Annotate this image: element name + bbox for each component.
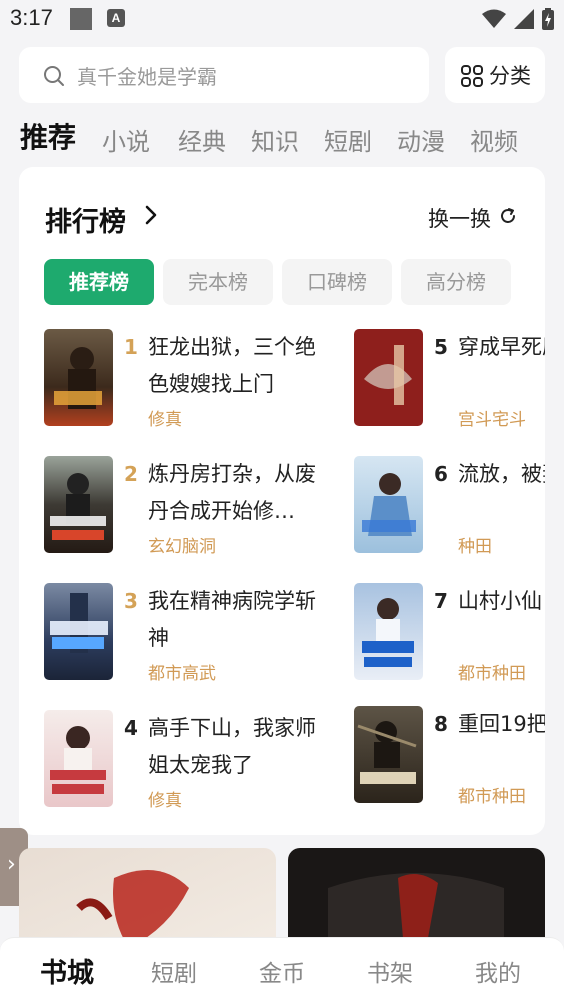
book-rank: 8 — [434, 712, 448, 736]
book-item[interactable]: 2 炼丹房打杂，从废丹合成开始修… 玄幻脑洞 — [44, 456, 344, 558]
book-cover — [44, 710, 113, 807]
book-cover — [354, 456, 423, 553]
book-cover — [354, 329, 423, 426]
book-rank: 4 — [124, 716, 138, 740]
book-tag: 修真 — [148, 791, 182, 811]
status-icons — [482, 8, 554, 30]
chevron-right-icon[interactable] — [145, 205, 157, 225]
book-rank: 7 — [434, 589, 448, 613]
book-item[interactable]: 6 流放，被妻救了回 种田 — [354, 456, 545, 558]
bottom-nav: 书城 短剧 金币 书架 我的 — [0, 937, 564, 1002]
book-cover — [44, 583, 113, 680]
book-tag: 都市种田 — [458, 664, 526, 684]
book-item[interactable]: 8 重回19把猎枪来 都市种田 — [354, 706, 545, 808]
tab-classic[interactable]: 经典 — [178, 122, 226, 157]
subtab-completed[interactable]: 完本榜 — [163, 259, 273, 305]
book-cover — [354, 706, 423, 803]
ranking-title[interactable]: 排行榜 — [45, 200, 126, 239]
book-item[interactable]: 3 我在精神病院学斩神 都市高武 — [44, 583, 344, 685]
book-item[interactable]: 5 穿成早死原配，我 宫斗宅斗 — [354, 329, 545, 431]
tab-knowledge[interactable]: 知识 — [251, 122, 299, 157]
book-title: 我在精神病院学斩神 — [148, 589, 316, 650]
grid-icon — [461, 65, 483, 87]
book-tag: 修真 — [148, 410, 182, 430]
category-button[interactable]: 分类 — [445, 47, 545, 103]
tab-short-drama[interactable]: 短剧 — [324, 122, 372, 157]
tab-anime[interactable]: 动漫 — [397, 122, 445, 157]
book-rank: 5 — [434, 335, 448, 359]
book-title: 流放，被妻救了回 — [458, 462, 545, 486]
tab-recommend[interactable]: 推荐 — [20, 116, 76, 156]
book-cover — [354, 583, 423, 680]
refresh-button[interactable]: 换一换 — [428, 203, 491, 233]
nav-profile[interactable]: 我的 — [458, 954, 538, 988]
keyboard-icon: A — [107, 9, 125, 27]
book-tag: 宫斗宅斗 — [458, 410, 526, 430]
book-rank: 1 — [124, 335, 138, 359]
book-item[interactable]: 1 狂龙出狱，三个绝色嫂嫂找上门 修真 — [44, 329, 344, 431]
book-rank: 6 — [434, 462, 448, 486]
book-tag: 玄幻脑洞 — [148, 537, 216, 557]
subtab-high-score[interactable]: 高分榜 — [401, 259, 511, 305]
book-cover — [44, 456, 113, 553]
signal-icon — [514, 9, 534, 29]
nav-coins[interactable]: 金币 — [242, 954, 322, 988]
nav-bookshelf[interactable]: 书架 — [350, 954, 430, 988]
book-item[interactable]: 7 山村小仙 都市种田 — [354, 583, 545, 685]
tab-video[interactable]: 视频 — [470, 122, 518, 157]
chevron-right-icon: › — [7, 852, 16, 877]
category-label: 分类 — [489, 64, 531, 88]
book-tag: 种田 — [458, 537, 492, 557]
book-item[interactable]: 4 高手下山，我家师姐太宠我了 修真 — [44, 710, 344, 812]
notification-icon — [70, 8, 92, 30]
book-title: 狂龙出狱，三个绝色嫂嫂找上门 — [148, 335, 316, 396]
book-tag: 都市高武 — [148, 664, 216, 684]
nav-bookstore[interactable]: 书城 — [27, 951, 107, 990]
nav-short-drama[interactable]: 短剧 — [134, 954, 214, 988]
battery-icon — [542, 8, 554, 30]
book-rank: 2 — [124, 462, 138, 486]
refresh-icon[interactable] — [499, 207, 517, 225]
status-bar: 3:17 A — [0, 0, 564, 38]
ranking-card: 排行榜 换一换 推荐榜 完本榜 口碑榜 高分榜 1 狂龙出狱，三个绝色嫂嫂找上门… — [19, 167, 545, 835]
book-tag: 都市种田 — [458, 787, 526, 807]
wifi-icon — [482, 9, 506, 28]
search-placeholder: 真千金她是学霸 — [77, 65, 217, 89]
subtab-recommend[interactable]: 推荐榜 — [44, 259, 154, 305]
book-title: 穿成早死原配，我 — [458, 335, 545, 359]
book-title: 山村小仙 — [458, 589, 542, 613]
book-rank: 3 — [124, 589, 138, 613]
search-input[interactable]: 真千金她是学霸 — [19, 47, 429, 103]
book-title: 高手下山，我家师姐太宠我了 — [148, 716, 316, 777]
book-title: 重回19把猎枪来 — [458, 712, 545, 736]
tab-novel[interactable]: 小说 — [102, 122, 150, 157]
subtab-reputation[interactable]: 口碑榜 — [282, 259, 392, 305]
search-icon — [44, 66, 64, 86]
book-title: 炼丹房打杂，从废丹合成开始修… — [148, 462, 316, 523]
book-cover — [44, 329, 113, 426]
status-time: 3:17 — [10, 5, 53, 30]
